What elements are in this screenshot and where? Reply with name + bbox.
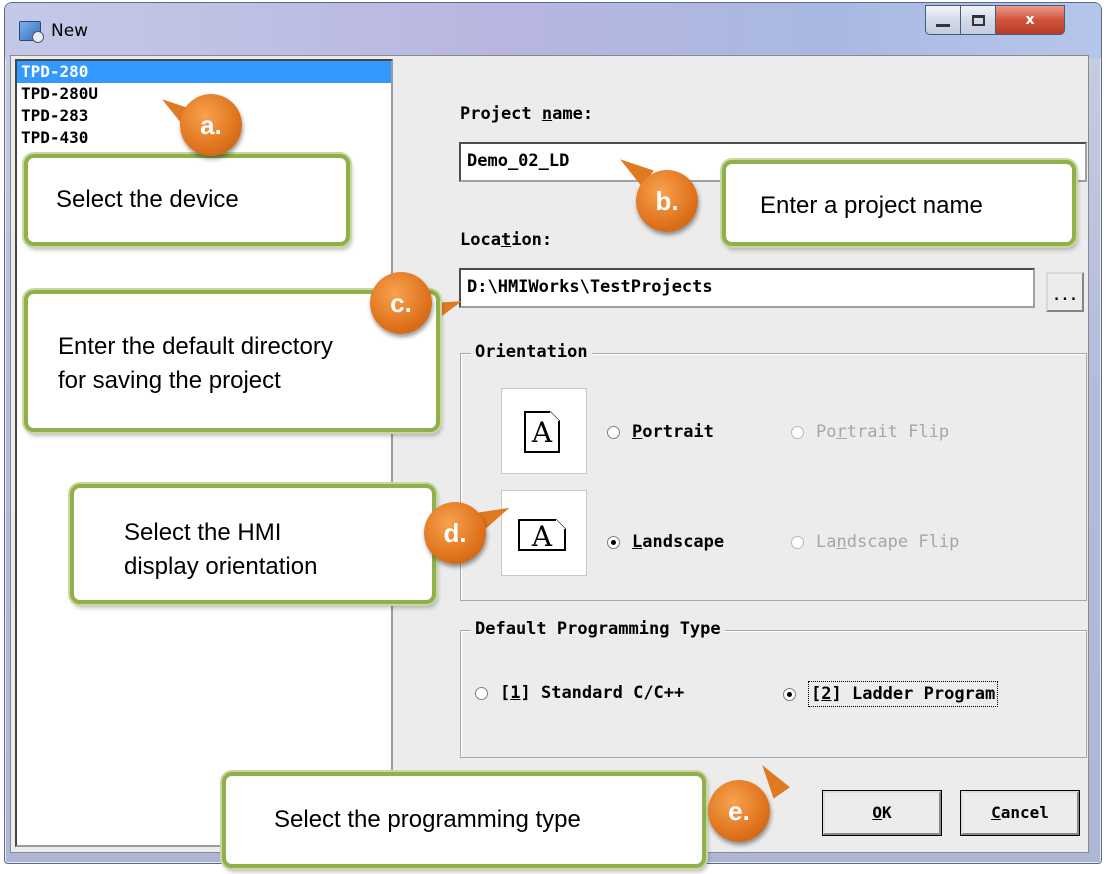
ok-button[interactable]: OK [822,790,942,836]
callout-orientation: Select the HMI display orientation [70,484,436,604]
title-bar[interactable]: New x [5,3,1101,59]
radio-icon [783,687,796,701]
radio-icon [791,425,804,439]
location-label: Location: [460,230,553,250]
landscape-flip-radio[interactable]: Landscape Flip [791,532,959,552]
programming-type-group: Default Programming Type [1] Standard C/… [460,619,1087,758]
callout-marker-e: e. [708,780,770,842]
landscape-radio[interactable]: Landscape [607,532,724,552]
callout-marker-b: b. [636,170,698,232]
callout-project-name: Enter a project name [722,160,1076,246]
radio-icon [607,535,620,549]
portrait-radio[interactable]: Portrait [607,422,714,442]
minimize-icon [936,23,950,27]
location-input[interactable]: D:\HMIWorks\TestProjects [459,268,1035,308]
orientation-legend: Orientation [471,342,592,362]
radio-icon [475,686,488,700]
close-button[interactable]: x [995,5,1065,35]
ladder-program-radio[interactable]: [2] Ladder Program [783,681,999,707]
callout-marker-c: c. [370,272,432,334]
landscape-preview-icon: A [501,490,587,576]
callout-marker-a: a. [180,94,242,156]
close-icon: x [1025,12,1035,28]
minimize-button[interactable] [925,5,961,35]
browse-button[interactable]: ... [1046,272,1084,312]
device-item[interactable]: TPD-280 [17,61,391,83]
radio-icon [791,535,804,549]
app-icon [19,21,44,43]
portrait-flip-radio[interactable]: Portrait Flip [791,422,949,442]
callout-programming-type: Select the programming type [222,772,706,868]
maximize-button[interactable] [960,5,996,35]
maximize-icon [971,14,985,26]
callout-select-device: Select the device [24,154,350,246]
standard-cpp-radio[interactable]: [1] Standard C/C++ [475,683,684,703]
portrait-preview-icon: A [501,388,587,474]
project-name-label: Project name: [460,104,594,124]
window-title: New [51,21,89,41]
programming-type-legend: Default Programming Type [471,619,725,639]
callout-marker-d: d. [424,502,486,564]
radio-icon [607,425,620,439]
cancel-button[interactable]: Cancel [960,790,1080,836]
orientation-group: Orientation A Portrait Portrait Flip A L… [460,342,1087,601]
